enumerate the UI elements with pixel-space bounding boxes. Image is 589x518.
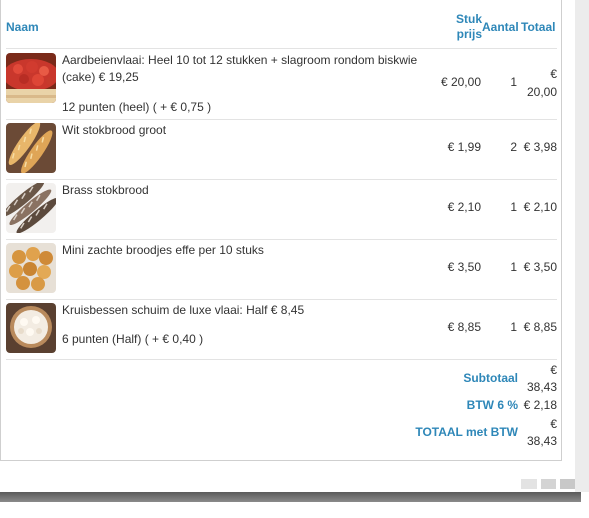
unit-price: € 2,10	[447, 200, 481, 214]
unit-price: € 8,85	[447, 320, 481, 334]
cart-row: Wit stokbrood groot € 1,99 2 € 3,98	[6, 120, 557, 180]
subtotal-label: Subtotaal	[463, 371, 518, 385]
gooseberry-meringue-flan-image[interactable]	[6, 303, 56, 353]
line-total-amount: 20,00	[526, 85, 557, 99]
cart-row: Brass stokbrood € 2,10 1 € 2,10	[6, 180, 557, 240]
column-header-unit-price: Stuk prijs	[448, 12, 482, 42]
vat-label: BTW 6 %	[466, 398, 518, 412]
page-gutter	[575, 0, 589, 492]
row-separator	[6, 359, 557, 360]
page-indicator[interactable]	[521, 479, 537, 489]
line-total: € 3,50	[523, 260, 557, 274]
vat-amount: € 2,18	[523, 398, 557, 412]
product-name[interactable]: Mini zachte broodjes effe per 10 stuks	[62, 240, 264, 260]
quantity: 1	[510, 200, 517, 214]
quantity: 2	[510, 140, 517, 154]
product-name-continued[interactable]: (cake) € 19,25	[62, 67, 139, 87]
quantity: 1	[510, 260, 517, 274]
product-option: 12 punten (heel) ( + € 0,75 )	[62, 100, 212, 114]
strawberry-flan-image[interactable]	[6, 53, 56, 103]
unit-price: € 1,99	[447, 140, 481, 154]
cart-row: Mini zachte broodjes effe per 10 stuks €…	[6, 240, 557, 300]
brass-baguette-image[interactable]	[6, 183, 56, 233]
product-name[interactable]: Brass stokbrood	[62, 180, 149, 200]
mini-rolls-image[interactable]	[6, 243, 56, 293]
column-header-name: Naam	[6, 20, 39, 34]
column-header-unit-price-line1: Stuk	[455, 12, 482, 26]
line-total: € 2,10	[523, 200, 557, 214]
line-total-currency: €	[550, 67, 557, 81]
column-header-unit-price-line2: prijs	[456, 27, 482, 41]
subtotal-currency: €	[550, 363, 557, 377]
unit-price: € 3,50	[447, 260, 481, 274]
column-header-quantity: Aantal	[482, 20, 519, 34]
subtotal-amount: 38,43	[526, 380, 557, 394]
quantity: 1	[510, 75, 517, 89]
line-total: € 8,85	[523, 320, 557, 334]
grand-total-currency: €	[550, 417, 557, 431]
column-header-total: Totaal	[521, 20, 556, 34]
product-option: 6 punten (Half) ( + € 0,40 )	[62, 332, 204, 346]
white-baguette-image[interactable]	[6, 123, 56, 173]
product-name[interactable]: Wit stokbrood groot	[62, 120, 166, 140]
grand-total-label: TOTAAL met BTW	[415, 425, 518, 439]
cart-row: Kruisbessen schuim de luxe vlaai: Half €…	[6, 300, 557, 360]
page-indicator[interactable]	[541, 479, 556, 489]
grand-total-amount: 38,43	[526, 434, 557, 448]
product-name[interactable]: Kruisbessen schuim de luxe vlaai: Half €…	[62, 300, 304, 320]
page-indicator[interactable]	[560, 479, 575, 489]
cart-row: Aardbeienvlaai: Heel 10 tot 12 stukken +…	[6, 49, 557, 119]
quantity: 1	[510, 320, 517, 334]
unit-price: € 20,00	[440, 75, 481, 89]
bottom-bar	[0, 492, 581, 502]
line-total: € 3,98	[523, 140, 557, 154]
